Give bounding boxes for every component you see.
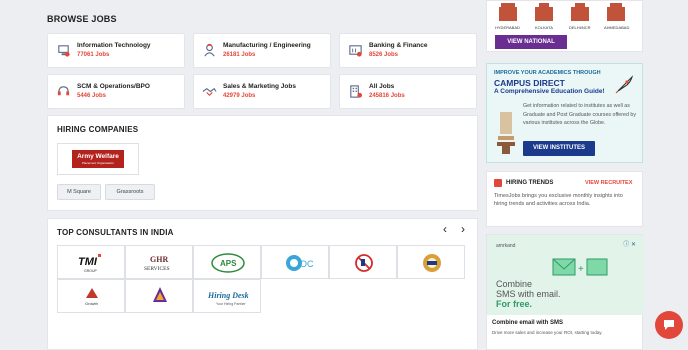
prohibited-logo — [355, 254, 373, 272]
job-category-scm[interactable]: SCM & Operations/BPO 5446 Jobs — [47, 74, 185, 109]
job-category-count: 8526 Jobs — [369, 52, 399, 58]
consultant-logo-hiring-desk[interactable]: Hiring Desk Your Hiring Partner — [193, 279, 261, 313]
consultant-logo-ghr[interactable]: GHR SERVICES — [125, 245, 193, 279]
job-category-name: All Jobs — [369, 83, 395, 90]
consultant-logo-aps[interactable]: APS — [193, 245, 261, 279]
building-icon — [350, 85, 363, 98]
hiring-trends-description: TimesJobs brings you exclusive monthly i… — [494, 193, 623, 207]
chat-button[interactable] — [655, 311, 683, 339]
consultant-logo-no-sign[interactable] — [329, 245, 397, 279]
it-icon — [58, 45, 70, 57]
job-category-count: 42979 Jobs — [223, 93, 256, 99]
consultant-logo-growth[interactable]: Growth — [57, 279, 125, 313]
view-recruitex-link[interactable]: VIEW RECRUITEX — [585, 180, 632, 186]
engineering-icon — [204, 43, 215, 57]
consultant-logo-oc[interactable]: OC — [261, 245, 329, 279]
army-welfare-logo: Army Welfare Placement Organisation — [72, 150, 124, 168]
company-logo-line1: Army Welfare — [77, 153, 119, 160]
job-category-banking[interactable]: Banking & Finance 8526 Jobs — [339, 33, 477, 68]
campus-line2: CAMPUS DIRECT — [494, 78, 565, 88]
campus-direct-card: IMPROVE YOUR ACADEMICS THROUGH CAMPUS DI… — [486, 63, 643, 163]
handshake-icon — [202, 87, 217, 97]
consultant-logo-purple[interactable] — [125, 279, 193, 313]
city-kolkata[interactable]: KOLKATA — [535, 25, 553, 30]
purple-logo — [153, 287, 167, 302]
campus-line1: IMPROVE YOUR ACADEMICS THROUGH — [494, 70, 601, 76]
ad-brand: amrkand — [496, 243, 516, 249]
tmi-logo-sub: GROUP — [84, 269, 98, 273]
job-category-count: 5446 Jobs — [77, 93, 107, 99]
ghr-logo-text: GHR — [150, 255, 168, 264]
hiring-desk-sub: Your Hiring Partner — [216, 302, 246, 306]
company-chip-grassroots[interactable]: Grassroots — [105, 184, 155, 200]
hiring-trends-title: HIRING TRENDS — [506, 180, 554, 186]
job-category-name: Manufacturing / Engineering — [223, 42, 311, 49]
consultant-logo-tmi[interactable]: TMI GROUP — [57, 245, 125, 279]
company-chip-m-square[interactable]: M Square — [57, 184, 101, 200]
hiring-trends-card: HIRING TRENDS VIEW RECRUITEX TimesJobs b… — [486, 171, 643, 227]
consultants-next-arrow[interactable]: › — [461, 223, 465, 235]
top-consultants-title: TOP CONSULTANTS IN INDIA — [57, 228, 174, 237]
job-category-count: 245816 Jobs — [369, 93, 405, 99]
ad-card: amrkand ⓘ ✕ + Combine SMS with email. Fo… — [486, 234, 644, 350]
job-category-engineering[interactable]: Manufacturing / Engineering 26181 Jobs — [193, 33, 331, 68]
headset-icon — [57, 86, 70, 96]
tmi-logo-text: TMI — [78, 256, 98, 268]
consultants-prev-arrow[interactable]: ‹ — [443, 223, 447, 235]
sms-email-illustration: + — [552, 258, 608, 276]
hiring-desk-logo: Hiring Desk Your Hiring Partner — [207, 291, 249, 306]
job-category-all[interactable]: All Jobs 245816 Jobs — [339, 74, 477, 109]
trends-icon — [494, 179, 502, 187]
hiring-companies-title: HIRING COMPANIES — [57, 125, 139, 134]
city-ahmedabad[interactable]: AHMEDABAD — [604, 25, 629, 30]
oc-logo: OC — [286, 255, 314, 271]
campus-description: Get information related to institutes as… — [523, 103, 636, 126]
ad-headline-1: Combine — [496, 279, 533, 289]
bank-icon — [349, 45, 362, 57]
svg-text:+: + — [578, 264, 584, 275]
national-card: HYDERABAD KOLKATA DELHI/NCR AHMEDABAD VI… — [486, 0, 643, 52]
job-category-name: Banking & Finance — [369, 42, 428, 49]
books-illustration — [497, 112, 515, 154]
company-logo-army-welfare[interactable]: Army Welfare Placement Organisation — [57, 143, 139, 175]
job-category-count: 77061 Jobs — [77, 52, 110, 58]
job-category-name: Sales & Marketing Jobs — [223, 83, 296, 90]
campus-line3: A Comprehensive Education Guide! — [494, 88, 605, 95]
job-category-name: Information Technology — [77, 42, 151, 49]
seal-logo — [423, 254, 441, 272]
view-institutes-button[interactable]: VIEW INSTITUTES — [523, 141, 595, 156]
growth-logo: Growth — [85, 288, 98, 306]
ghr-logo: GHR SERVICES — [144, 255, 170, 272]
job-category-name: SCM & Operations/BPO — [77, 83, 150, 90]
job-category-sales[interactable]: Sales & Marketing Jobs 42979 Jobs — [193, 74, 331, 109]
ad-description: Drive more sales and increase your ROI, … — [492, 330, 603, 335]
rocket-icon — [615, 75, 634, 94]
ad-title[interactable]: Combine email with SMS — [492, 320, 563, 326]
city-hyderabad[interactable]: HYDERABAD — [495, 25, 520, 30]
tmi-logo: TMI GROUP — [78, 254, 101, 273]
oc-logo-text: OC — [300, 259, 314, 269]
aps-logo: APS — [211, 253, 245, 273]
aps-logo-text: APS — [220, 259, 237, 268]
growth-logo-text: Growth — [85, 301, 98, 306]
ad-choices-icon[interactable]: ⓘ ✕ — [623, 239, 636, 248]
ad-headline-2: SMS with email. — [496, 289, 561, 299]
consultant-logo-seal[interactable] — [397, 245, 465, 279]
view-national-button[interactable]: VIEW NATIONAL — [495, 35, 567, 49]
job-category-it[interactable]: Information Technology 77061 Jobs — [47, 33, 185, 68]
browse-jobs-title: BROWSE JOBS — [47, 14, 117, 24]
ad-headline-3: For free. — [496, 299, 533, 309]
chat-icon — [664, 320, 674, 330]
job-category-count: 26181 Jobs — [223, 52, 256, 58]
hiring-desk-text: Hiring Desk — [207, 291, 249, 300]
company-logo-line2: Placement Organisation — [81, 161, 115, 165]
city-delhi[interactable]: DELHI/NCR — [569, 25, 591, 30]
ghr-logo-sub: SERVICES — [144, 266, 170, 272]
